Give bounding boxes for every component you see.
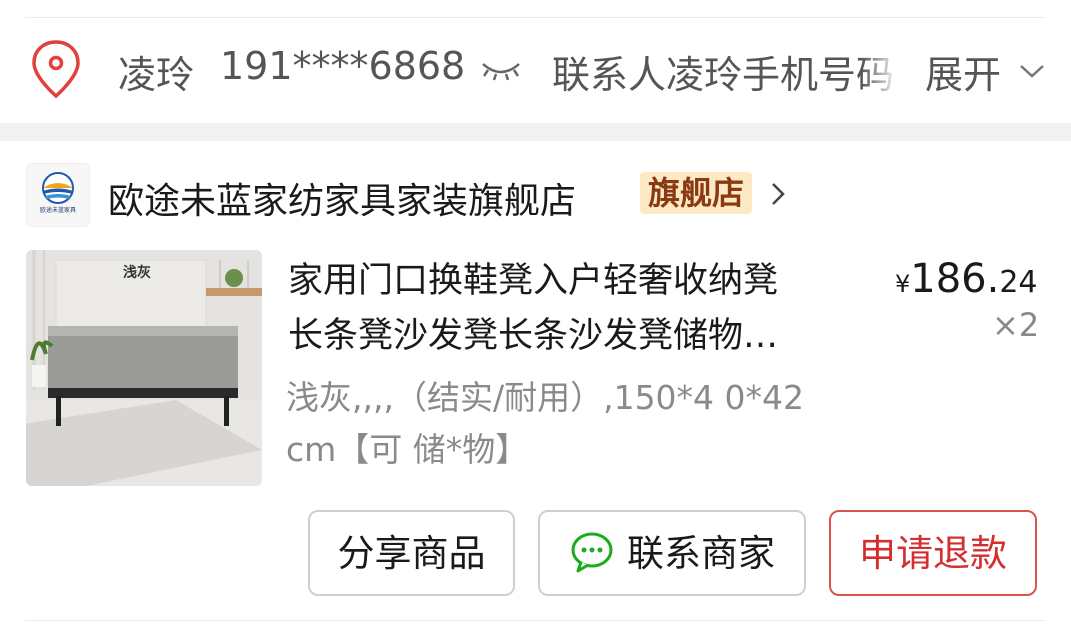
address-fade <box>862 40 898 96</box>
price-integer: 186. <box>910 256 1000 302</box>
price-decimal: 24 <box>999 265 1038 300</box>
product-spec-line: 浅灰,,,,（结实/耐用）,150*4 0*42 <box>286 378 805 417</box>
product-title-line: 家用门口换鞋凳入户轻奢收纳凳 <box>288 261 779 301</box>
product-spec: 浅灰,,,,（结实/耐用）,150*4 0*42 cm【可 储*物】 <box>286 372 856 476</box>
share-product-button[interactable]: 分享商品 <box>308 510 515 596</box>
product-image[interactable]: 浅灰 <box>26 250 262 486</box>
chevron-right-icon[interactable] <box>768 180 788 208</box>
product-quantity: ×2 <box>992 306 1040 344</box>
shop-logo-icon: 欧途未蓝家具 <box>40 172 76 214</box>
bottom-divider <box>25 620 1046 621</box>
location-pin-icon <box>32 40 80 99</box>
product-title-line: 长条凳沙发凳长条沙发凳储物… <box>288 316 779 356</box>
shop-logo[interactable]: 欧途未蓝家具 <box>26 163 90 227</box>
product-title[interactable]: 家用门口换鞋凳入户轻奢收纳凳 长条凳沙发凳长条沙发凳储物… <box>288 254 858 364</box>
section-gap <box>0 123 1071 141</box>
chevron-down-icon[interactable] <box>1018 62 1046 80</box>
product-image-label: 浅灰 <box>123 264 151 281</box>
expand-button[interactable]: 展开 <box>925 44 1001 99</box>
product-price: ¥186.24 <box>895 256 1038 302</box>
wechat-icon <box>571 532 613 572</box>
product-image-art: 浅灰 <box>26 250 262 486</box>
recipient-name: 凌玲 <box>118 53 195 97</box>
contact-seller-button[interactable]: 联系商家 <box>538 510 806 596</box>
eye-closed-icon[interactable] <box>480 58 522 82</box>
recipient-phone: 191****6868 <box>220 44 466 88</box>
product-spec-line: cm【可 储*物】 <box>286 430 529 469</box>
price-currency: ¥ <box>895 270 911 298</box>
shop-logo-text: 欧途未蓝家具 <box>40 206 76 214</box>
contact-seller-label: 联系商家 <box>627 532 775 575</box>
request-refund-button[interactable]: 申请退款 <box>829 510 1037 596</box>
flagship-badge: 旗舰店 <box>640 172 753 214</box>
address-description: 联系人凌玲手机号码 <box>552 53 892 97</box>
shop-name[interactable]: 欧途未蓝家纺家具家装旗舰店 <box>108 172 576 224</box>
